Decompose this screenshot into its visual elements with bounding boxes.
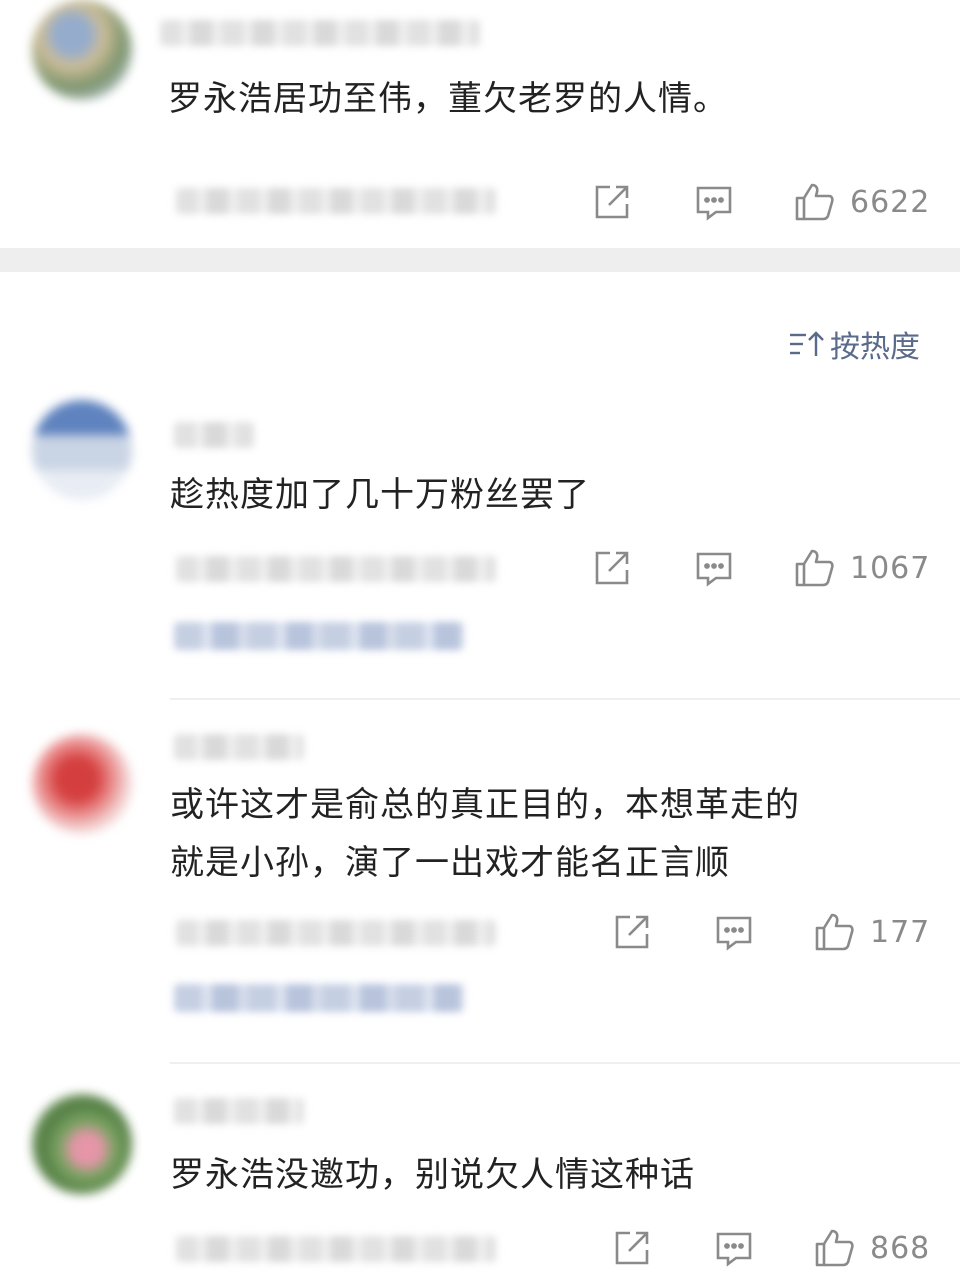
comment-meta [176, 556, 496, 582]
comment-icon [716, 916, 752, 951]
like-count: 1067 [850, 550, 931, 586]
divider [170, 698, 960, 700]
comment-icon [696, 186, 732, 221]
reply-button[interactable] [714, 910, 754, 954]
thumbs-up-icon [795, 183, 834, 221]
thumbs-up-icon [815, 913, 854, 951]
like-count: 177 [870, 914, 931, 950]
comment-icon [696, 552, 732, 587]
comment-text: 趁热度加了几十万粉丝罢了 [170, 475, 590, 515]
like-button[interactable]: 868 [814, 1226, 930, 1270]
comment-text: 罗永浩居功至伟，董欠老罗的人情。 [168, 79, 728, 119]
divider [170, 1062, 960, 1064]
username[interactable] [174, 422, 254, 448]
avatar[interactable] [32, 734, 132, 834]
sort-desc-icon [790, 331, 824, 356]
share-icon [615, 915, 649, 949]
thumbs-up-icon [795, 549, 834, 587]
share-icon [615, 1231, 649, 1265]
thumbs-up-icon [815, 1229, 854, 1267]
share-button[interactable] [612, 1226, 652, 1270]
reply-preview[interactable] [174, 622, 464, 650]
comment-meta [176, 1236, 496, 1262]
share-icon [595, 185, 629, 219]
comment-meta [176, 188, 496, 214]
like-button[interactable]: 6622 [794, 180, 930, 224]
share-button[interactable] [592, 180, 632, 224]
like-button[interactable]: 1067 [794, 546, 930, 590]
reply-button[interactable] [694, 180, 734, 224]
sort-button[interactable]: 按热度 [788, 322, 920, 366]
share-icon [595, 551, 629, 585]
like-count: 868 [870, 1230, 931, 1266]
comment-icon [716, 1232, 752, 1267]
like-button[interactable]: 177 [814, 910, 930, 954]
reply-button[interactable] [714, 1226, 754, 1270]
avatar[interactable] [32, 400, 132, 500]
username[interactable] [174, 1098, 304, 1124]
reply-button[interactable] [694, 546, 734, 590]
share-button[interactable] [592, 546, 632, 590]
avatar[interactable] [32, 0, 132, 100]
username[interactable] [174, 734, 304, 760]
comment-text: 或许这才是俞总的真正目的，本想革走的 就是小孙，演了一出戏才能名正言顺 [170, 785, 800, 883]
share-button[interactable] [612, 910, 652, 954]
reply-preview[interactable] [174, 984, 464, 1012]
section-separator [0, 248, 960, 272]
avatar[interactable] [32, 1094, 132, 1194]
comment-text: 罗永浩没邀功，别说欠人情这种话 [170, 1155, 695, 1195]
comment-meta [176, 920, 496, 946]
username[interactable] [160, 20, 480, 46]
sort-label: 按热度 [830, 330, 920, 365]
like-count: 6622 [850, 184, 931, 220]
